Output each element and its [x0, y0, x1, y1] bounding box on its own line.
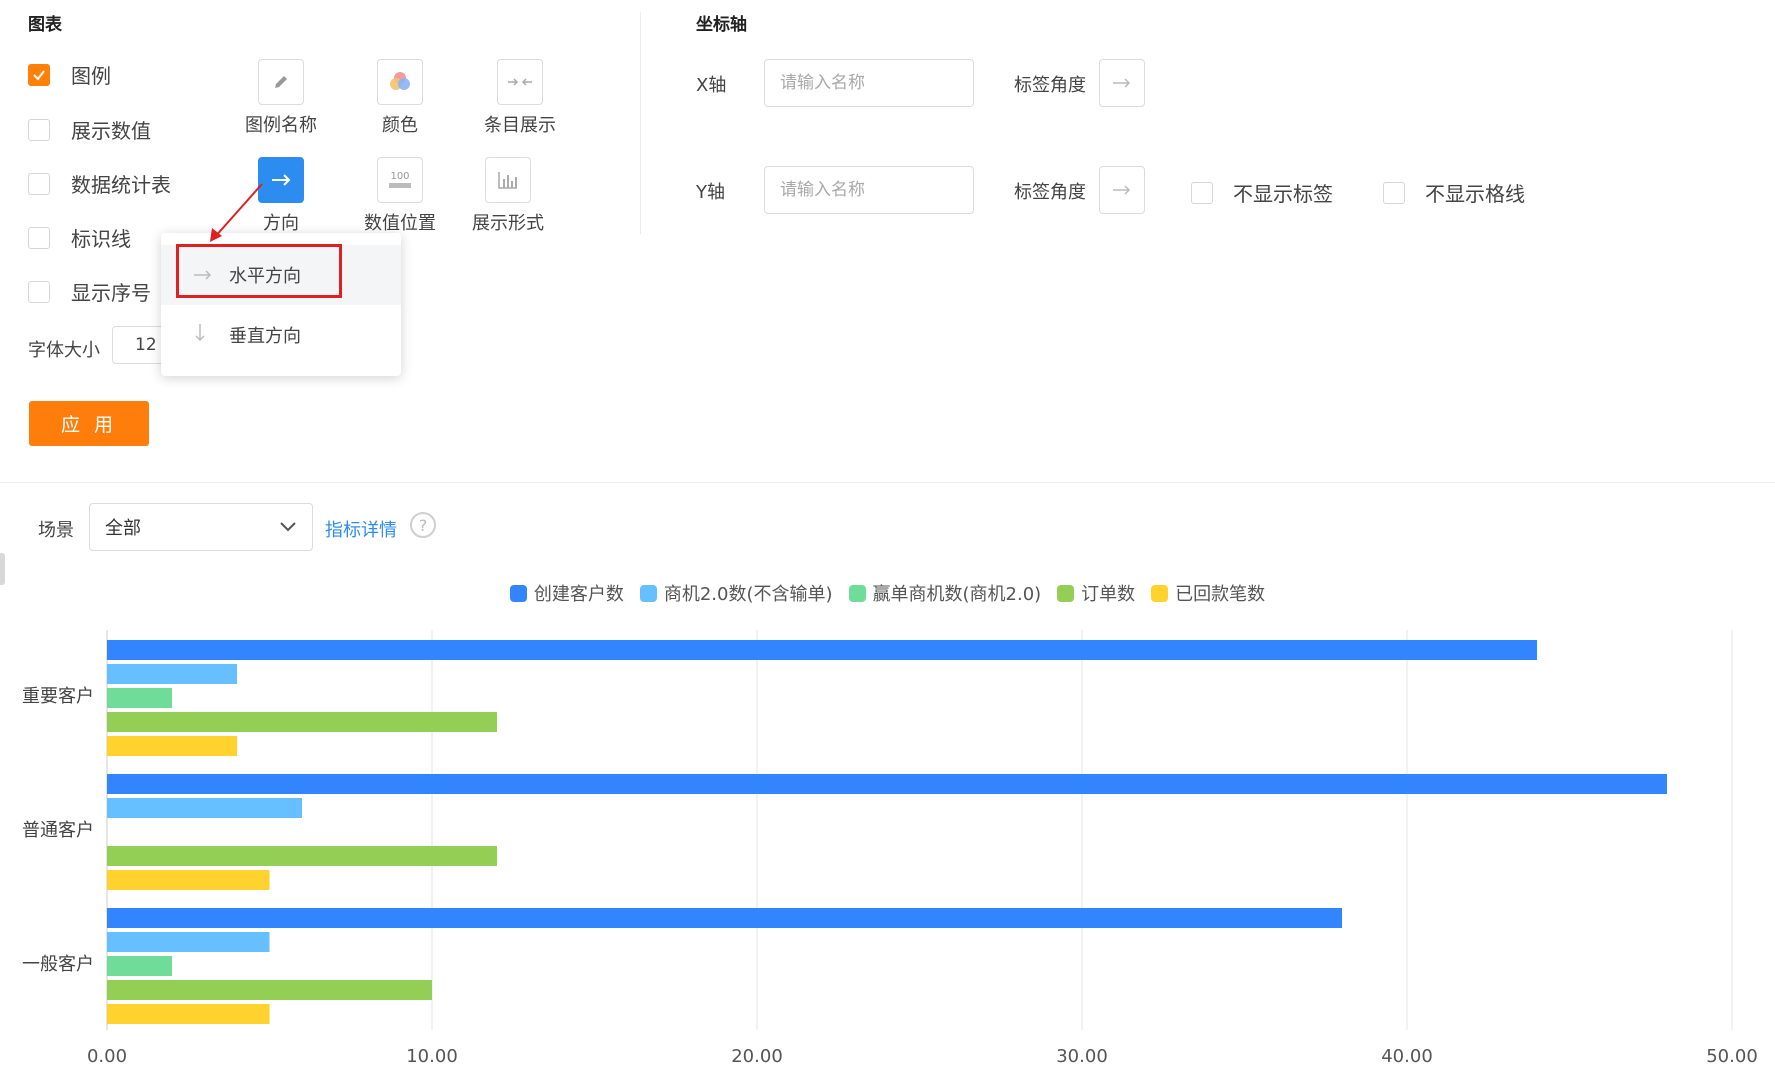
- checkbox-label: 数据统计表: [71, 173, 171, 197]
- y-axis-label: Y轴: [696, 182, 725, 203]
- tool-box[interactable]: [258, 59, 304, 105]
- section-divider: [0, 482, 1775, 483]
- panel-divider: [640, 12, 641, 234]
- bar: [107, 956, 172, 976]
- y-axis-name-input[interactable]: [764, 166, 974, 214]
- bar: [107, 736, 237, 756]
- legend-swatch: [848, 584, 866, 602]
- bar: [107, 798, 302, 818]
- bar: [107, 1004, 270, 1024]
- bar: [107, 640, 1537, 660]
- x-axis-name-input[interactable]: [764, 59, 974, 107]
- checkbox-show-values[interactable]: 展示数值: [28, 115, 151, 144]
- y-category-label: 普通客户: [22, 820, 94, 841]
- bar: [107, 980, 432, 1000]
- legend-swatch: [639, 584, 657, 602]
- check-icon: [33, 69, 45, 81]
- tool-box[interactable]: [485, 157, 531, 203]
- tool-label: 展示形式: [472, 213, 544, 234]
- y-category-label: 一般客户: [22, 954, 94, 975]
- help-icon[interactable]: ?: [410, 512, 436, 538]
- pencil-icon: [275, 76, 287, 88]
- font-size-label: 字体大小: [28, 340, 100, 361]
- metric-detail-link[interactable]: 指标详情: [325, 516, 397, 542]
- help-icon-glyph: ?: [418, 515, 428, 535]
- bar: [107, 774, 1667, 794]
- arrow-right-icon: [1113, 78, 1131, 88]
- dropdown-option-vertical[interactable]: 垂直方向: [161, 305, 401, 365]
- scene-select[interactable]: 全部: [89, 503, 313, 551]
- bar: [107, 932, 270, 952]
- bar: [107, 870, 270, 890]
- checkbox-box[interactable]: [28, 63, 50, 86]
- tool-item-display[interactable]: 条目展示: [445, 59, 595, 137]
- arrow-right-icon: [1113, 185, 1131, 195]
- bar: [107, 846, 497, 866]
- axis-section-title: 坐标轴: [696, 15, 747, 35]
- x-tick-label: 40.00: [1381, 1046, 1433, 1067]
- checkbox-label: 标识线: [71, 227, 131, 251]
- y-label-angle-button[interactable]: [1099, 166, 1145, 214]
- tool-box[interactable]: [497, 59, 543, 105]
- checkbox-label: 展示数值: [71, 119, 151, 143]
- legend-swatch: [509, 584, 527, 602]
- dropdown-option-label: 垂直方向: [229, 326, 301, 347]
- y-label-angle-label: 标签角度: [1014, 182, 1086, 203]
- checkbox-mark-line[interactable]: 标识线: [28, 223, 131, 252]
- arrow-down-icon: [193, 323, 229, 348]
- x-tick-label: 30.00: [1056, 1046, 1108, 1067]
- checkbox-label: 图例: [71, 64, 111, 88]
- x-label-angle-button[interactable]: [1099, 59, 1145, 107]
- bar-chart-icon: [498, 172, 517, 189]
- scene-label: 场景: [38, 520, 74, 541]
- legend-swatch: [1057, 584, 1075, 602]
- checkbox-box[interactable]: [28, 280, 50, 303]
- checkbox-label: 不显示格线: [1425, 182, 1525, 206]
- tool-label: 条目展示: [484, 115, 556, 136]
- checkbox-hide-grid[interactable]: 不显示格线: [1383, 178, 1525, 207]
- checkbox-box[interactable]: [28, 118, 50, 141]
- font-size-value: 12: [135, 335, 157, 355]
- tool-box[interactable]: [377, 59, 423, 105]
- x-tick-label: 50.00: [1706, 1046, 1758, 1067]
- value-position-icon: 100: [389, 171, 411, 188]
- checkbox-data-table[interactable]: 数据统计表: [28, 169, 171, 198]
- collapse-arrows-icon: [508, 78, 532, 86]
- checkbox-label: 显示序号: [71, 281, 151, 305]
- checkbox-hide-labels[interactable]: 不显示标签: [1191, 178, 1333, 207]
- chevron-down-icon: [280, 522, 296, 532]
- bar-chart: 0.00 10.00 20.00 30.00 40.00 50.00 重要客户普通客户一般客…: [22, 630, 1758, 1067]
- annotation-arrow: [210, 183, 263, 242]
- chart-section-title: 图表: [28, 15, 62, 35]
- x-label-angle-label: 标签角度: [1014, 75, 1086, 96]
- checkbox-show-index[interactable]: 显示序号: [28, 277, 151, 306]
- checkbox-box[interactable]: [28, 226, 50, 249]
- highlight-box: [176, 244, 342, 298]
- legend-swatch: [1151, 584, 1169, 602]
- palette-icon: [390, 72, 410, 90]
- checkbox-box[interactable]: [28, 172, 50, 195]
- tool-display-form[interactable]: 展示形式: [433, 157, 583, 235]
- checkbox-box[interactable]: [1383, 181, 1405, 204]
- x-axis-label: X轴: [696, 75, 727, 96]
- arrow-right-icon: [272, 174, 291, 186]
- value-position-icon-text: 100: [390, 171, 409, 182]
- apply-button[interactable]: 应 用: [29, 401, 149, 446]
- checkbox-box[interactable]: [1191, 181, 1213, 204]
- x-tick-label: 10.00: [406, 1046, 458, 1067]
- y-category-label: 重要客户: [22, 686, 94, 707]
- tool-box[interactable]: 100: [377, 157, 423, 203]
- scene-select-value: 全部: [105, 518, 141, 539]
- bar: [107, 688, 172, 708]
- bar: [107, 712, 497, 732]
- x-tick-label: 20.00: [731, 1046, 783, 1067]
- checkbox-label: 不显示标签: [1233, 182, 1333, 206]
- bar: [107, 664, 237, 684]
- checkbox-legend[interactable]: 图例: [28, 60, 111, 89]
- x-tick-label: 0.00: [87, 1046, 127, 1067]
- bar: [107, 908, 1342, 928]
